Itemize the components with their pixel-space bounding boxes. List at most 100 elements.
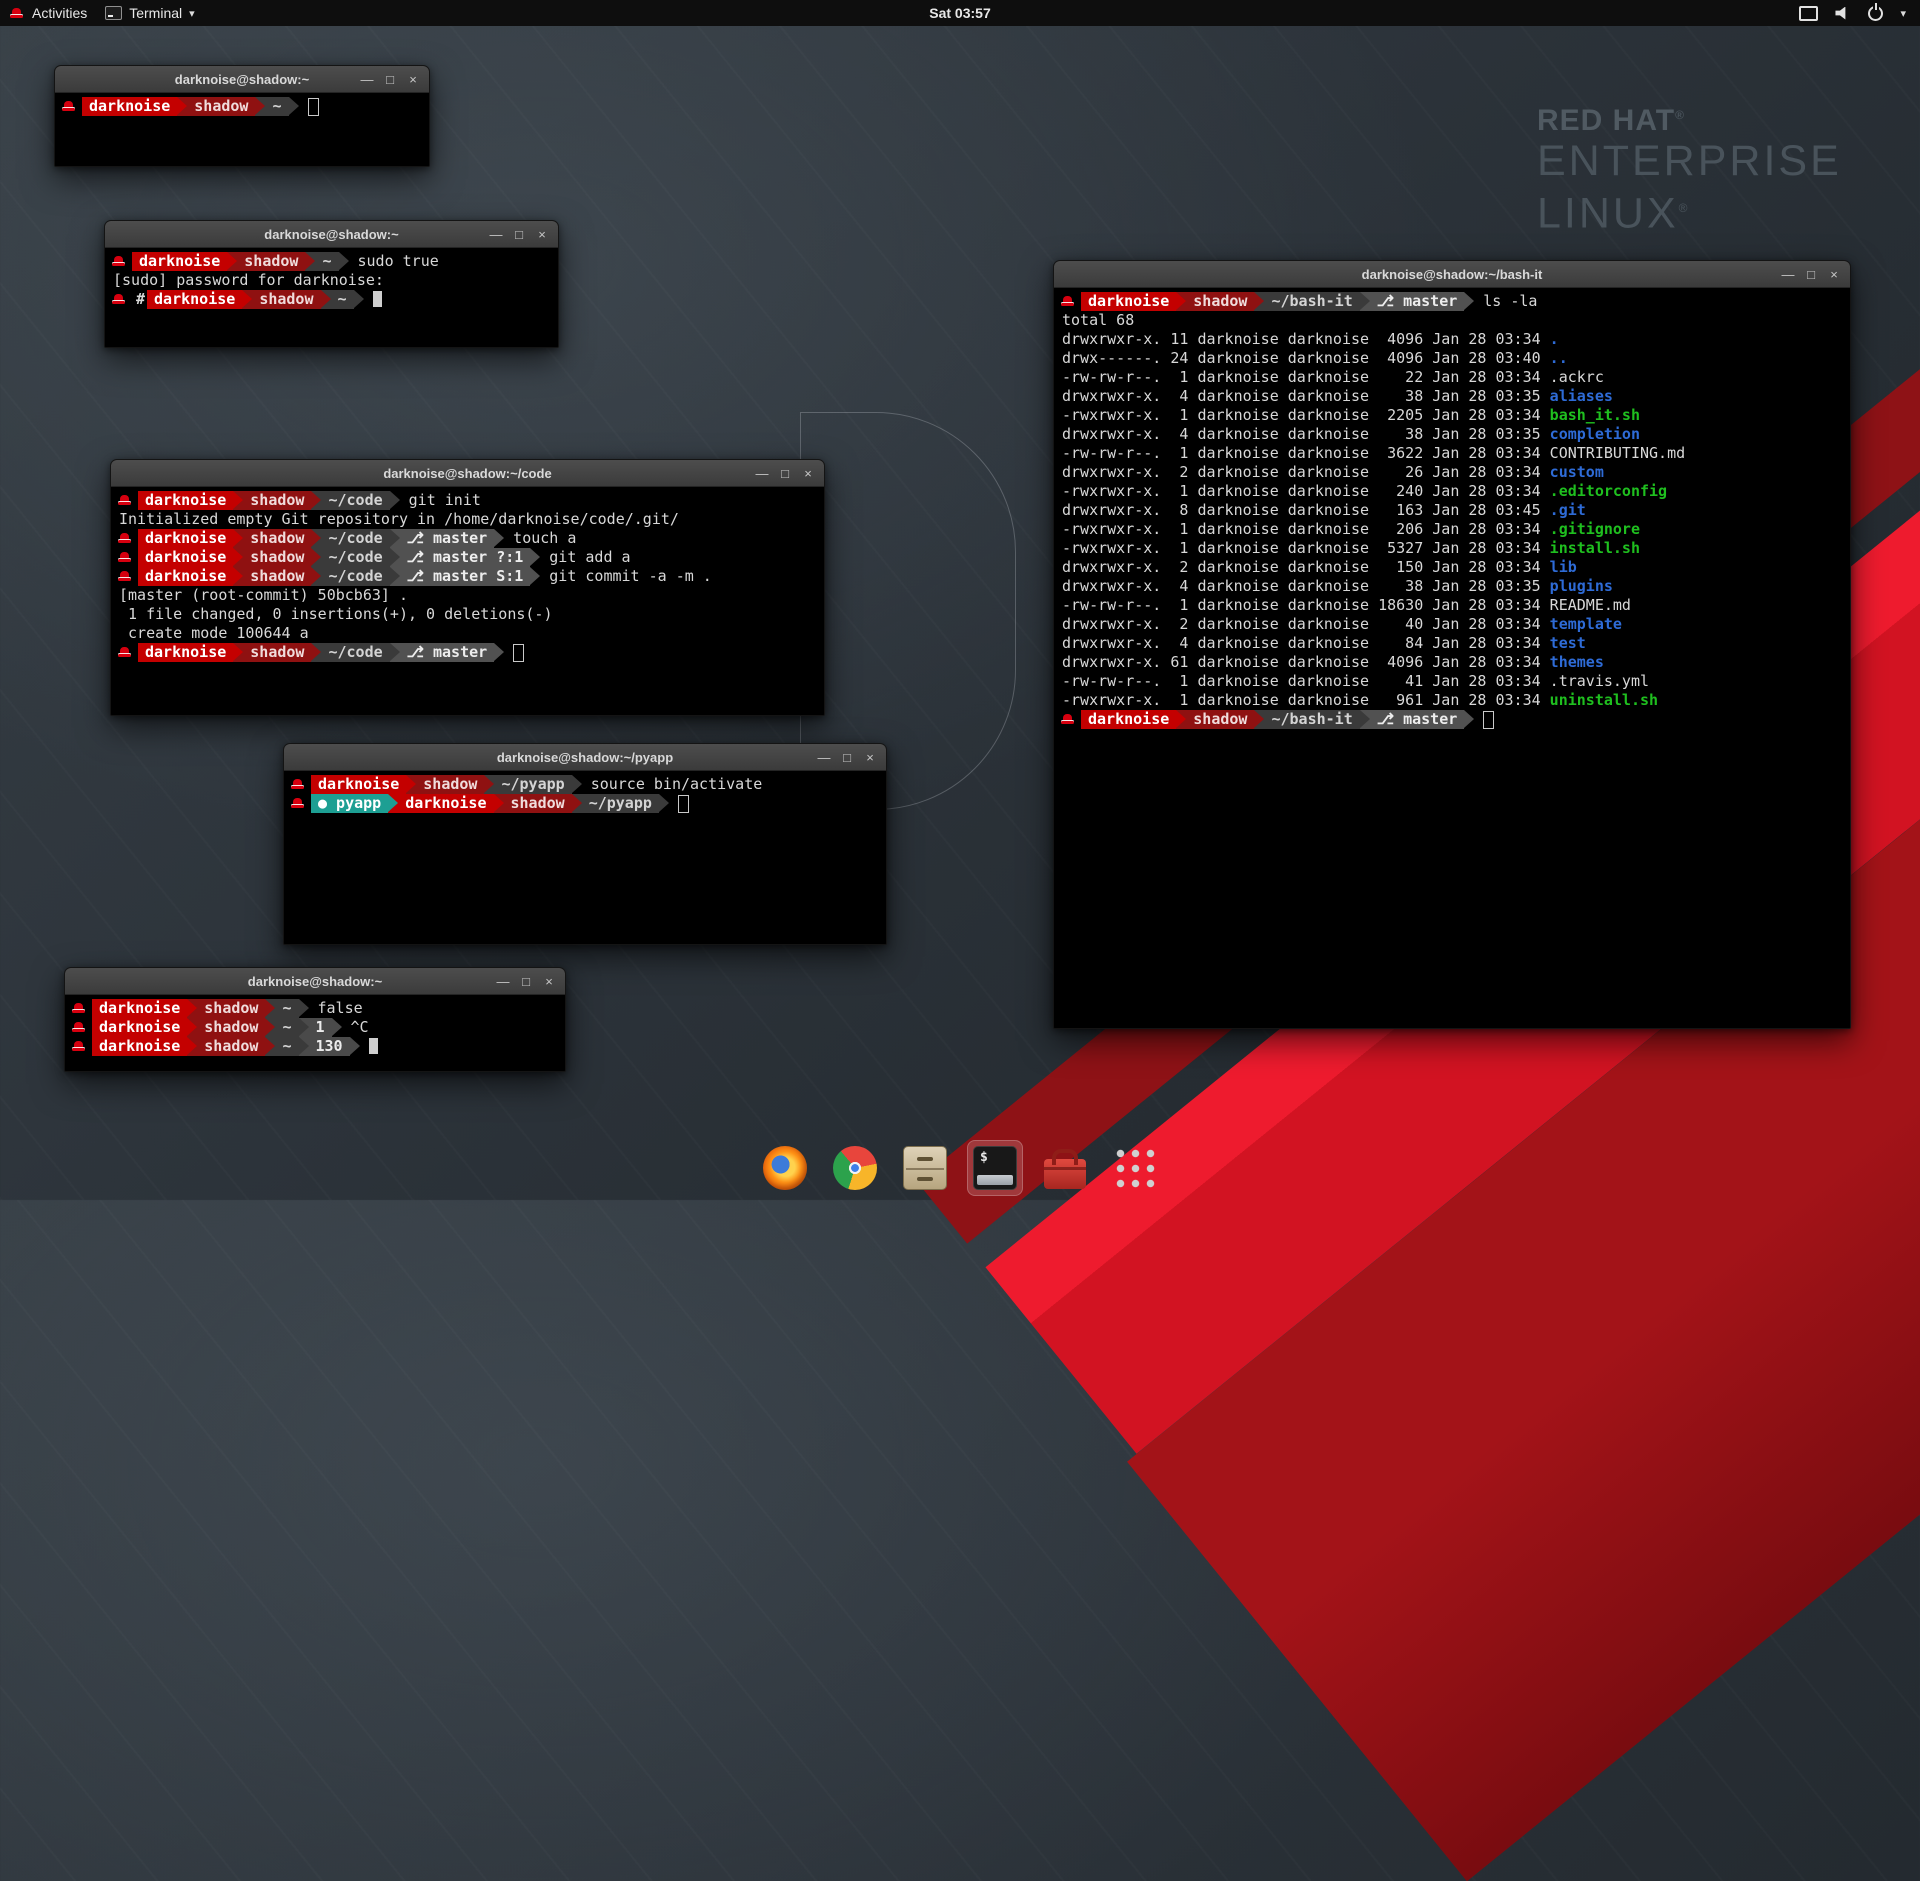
power-icon[interactable] [1868,6,1883,21]
files-dock-icon[interactable] [897,1140,953,1196]
powerline-arrow-icon [572,794,582,813]
software-dock-icon[interactable] [1037,1140,1093,1196]
powerline-arrow-icon [265,1037,275,1056]
file-meta: drwxrwxr-x. 61 darknoise darknoise 4096 … [1057,653,1550,672]
prompt-segment-err: 1 [309,1018,332,1037]
terminal-output[interactable]: darknoiseshadow~ [55,93,429,166]
volume-icon[interactable] [1835,7,1851,20]
file-name: uninstall.sh [1550,691,1658,710]
display-icon[interactable] [1799,6,1818,21]
terminal-output[interactable]: darknoiseshadow~/bash-it⎇ masterls -lato… [1054,288,1850,1028]
maximize-button[interactable]: □ [775,463,795,483]
prompt-segment-host: shadow [243,643,311,662]
terminal-output[interactable]: darknoiseshadow~falsedarknoiseshadow~1^C… [65,995,565,1071]
file-meta: drwxrwxr-x. 2 darknoise darknoise 26 Jan… [1057,463,1550,482]
chrome-dock-icon[interactable] [827,1140,883,1196]
prompt-segment-path: ~/pyapp [582,794,659,813]
prompt-segment-git: ⎇ master S:1 [400,567,531,586]
command-text: touch a [504,529,576,548]
command-text: git add a [540,548,630,567]
terminal-line: drwxrwxr-x. 2 darknoise darknoise 40 Jan… [1057,615,1847,634]
minimize-button[interactable]: — [814,747,834,767]
command-text: source bin/activate [582,775,763,794]
file-meta: -rwxrwxr-x. 1 darknoise darknoise 2205 J… [1057,406,1550,425]
powerline-arrow-icon [299,1037,309,1056]
command-text: sudo true [349,252,439,271]
desktop: RED HAT® ENTERPRISE LINUX® darknoise@sha… [0,0,1920,1200]
app-grid-dock-icon[interactable] [1107,1140,1163,1196]
prompt-segment-user: darknoise [138,643,233,662]
clock[interactable]: Sat 03:57 [929,5,990,21]
activities-button[interactable]: Activities [0,0,96,26]
maximize-button[interactable]: □ [509,224,529,244]
maximize-button[interactable]: □ [1801,264,1821,284]
window-titlebar[interactable]: darknoise@shadow:~—□× [55,66,429,93]
window-titlebar[interactable]: darknoise@shadow:~/code—□× [111,460,824,487]
redhat-prompt-icon [1060,292,1076,311]
powerline-arrow-icon [299,1018,309,1037]
system-menu-chevron-icon[interactable]: ▾ [1900,7,1906,20]
window-title: darknoise@shadow:~/bash-it [1362,267,1543,282]
app-menu-terminal[interactable]: Terminal ▾ [96,0,203,26]
terminal-output[interactable]: darknoiseshadow~sudo true[sudo] password… [105,248,558,347]
terminal-window-w3[interactable]: darknoise@shadow:~/code—□×darknoiseshado… [110,459,825,716]
prompt-segment-host: shadow [243,548,311,567]
redhat-prompt-icon [117,548,133,567]
window-titlebar[interactable]: darknoise@shadow:~/bash-it —□× [1054,261,1850,288]
terminal-window-w2[interactable]: darknoise@shadow:~—□×darknoiseshadow~sud… [104,220,559,348]
terminal-line: -rwxrwxr-x. 1 darknoise darknoise 2205 J… [1057,406,1847,425]
close-button[interactable]: × [539,971,559,991]
window-titlebar[interactable]: darknoise@shadow:~—□× [105,221,558,248]
terminal-window-w1[interactable]: darknoise@shadow:~—□×darknoiseshadow~ [54,65,430,167]
powerline-arrow-icon [177,97,187,116]
minimize-button[interactable]: — [493,971,513,991]
output-text: create mode 100644 a [114,624,309,643]
powerline-arrow-icon [321,290,331,309]
minimize-button[interactable]: — [357,69,377,89]
file-name: install.sh [1550,539,1640,558]
maximize-button[interactable]: □ [837,747,857,767]
close-button[interactable]: × [860,747,880,767]
powerline-arrow-icon [339,252,349,271]
powerline-arrow-icon [484,775,494,794]
window-titlebar[interactable]: darknoise@shadow:~/pyapp —□× [284,744,886,771]
terminal-window-w5[interactable]: darknoise@shadow:~—□×darknoiseshadow~fal… [64,967,566,1072]
terminal-dock-icon[interactable] [967,1140,1023,1196]
file-name: test [1550,634,1586,653]
terminal-window-w4[interactable]: darknoise@shadow:~/pyapp —□× darknoiseshad… [283,743,887,945]
file-meta: -rwxrwxr-x. 1 darknoise darknoise 206 Ja… [1057,520,1550,539]
terminal-cursor [513,644,524,662]
minimize-button[interactable]: — [1778,264,1798,284]
window-controls: —□× [493,968,559,994]
powerline-arrow-icon [659,794,669,813]
prompt-segment-host: shadow [1186,710,1254,729]
file-name: bash_it.sh [1550,406,1640,425]
window-title: darknoise@shadow:~/pyapp [497,750,673,765]
window-controls: —□× [1778,261,1844,287]
minimize-button[interactable]: — [486,224,506,244]
file-meta: drwxrwxr-x. 4 darknoise darknoise 38 Jan… [1057,425,1550,444]
terminal-line: -rwxrwxr-x. 1 darknoise darknoise 5327 J… [1057,539,1847,558]
files-icon-art [903,1146,947,1190]
powerline-arrow-icon [311,643,321,662]
terminal-window-w6[interactable]: darknoise@shadow:~/bash-it—□×darknoisesh… [1053,260,1851,1029]
minimize-button[interactable]: — [752,463,772,483]
redhat-prompt-icon [1060,710,1076,729]
close-button[interactable]: × [1824,264,1844,284]
redhat-logo-icon [9,4,25,23]
firefox-dock-icon[interactable] [757,1140,813,1196]
close-button[interactable]: × [798,463,818,483]
close-button[interactable]: × [403,69,423,89]
powerline-arrow-icon [494,794,504,813]
prompt-segment-path: ~ [331,290,354,309]
close-button[interactable]: × [532,224,552,244]
terminal-line: -rwxrwxr-x. 1 darknoise darknoise 961 Ja… [1057,691,1847,710]
terminal-icon-art [973,1146,1017,1190]
maximize-button[interactable]: □ [380,69,400,89]
terminal-line: darknoiseshadow~/codegit init [114,491,821,510]
terminal-output[interactable]: darknoiseshadow~/pyappsource bin/activat… [284,771,886,944]
terminal-line: Initialized empty Git repository in /hom… [114,510,821,529]
terminal-output[interactable]: darknoiseshadow~/codegit initInitialized… [111,487,824,715]
window-titlebar[interactable]: darknoise@shadow:~—□× [65,968,565,995]
maximize-button[interactable]: □ [516,971,536,991]
